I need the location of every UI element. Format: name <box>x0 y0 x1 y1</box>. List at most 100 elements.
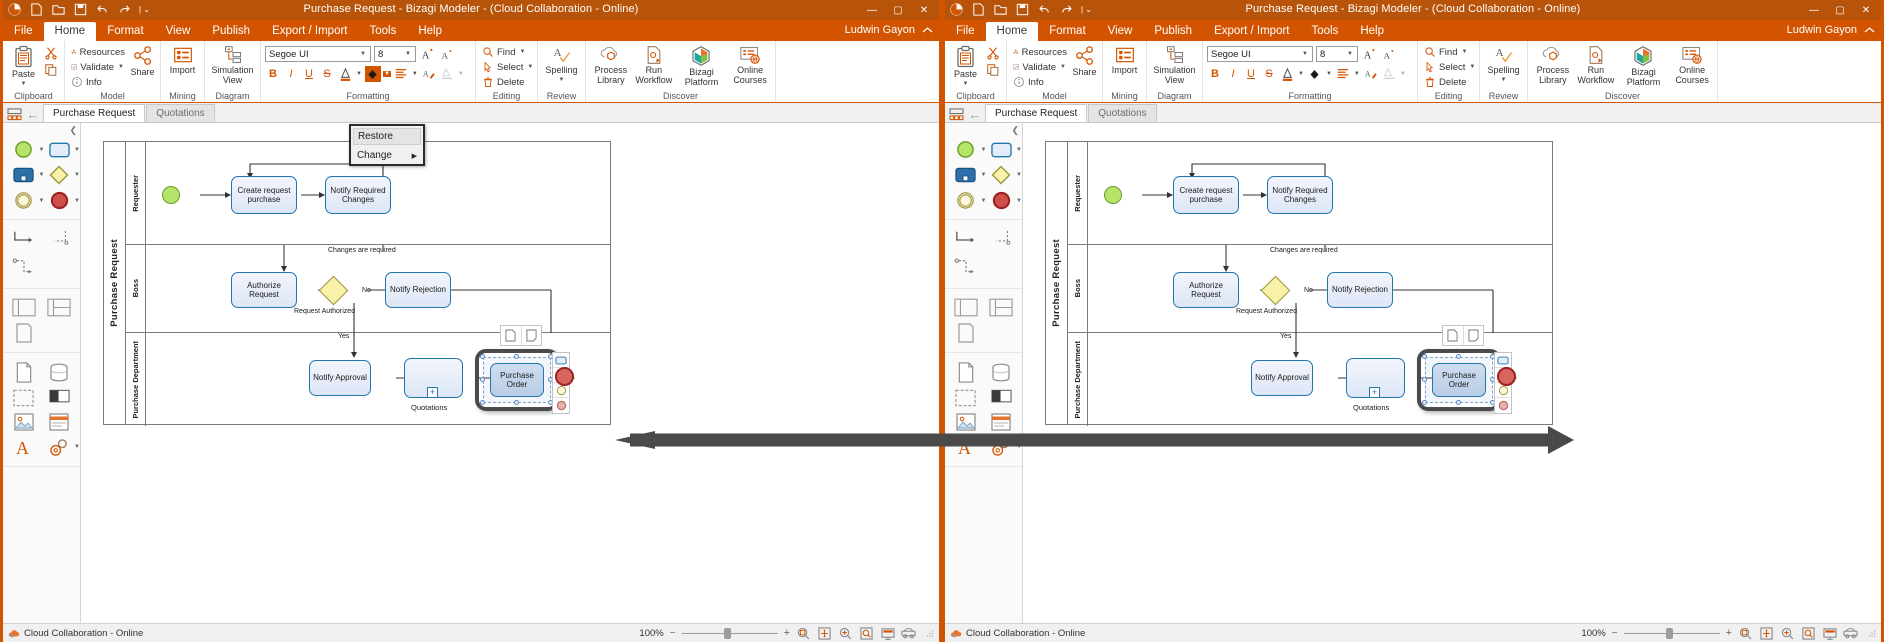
run-workflow-button[interactable]: Run Workflow <box>634 43 674 85</box>
task-notify-approval[interactable]: Notify Approval <box>1251 360 1313 396</box>
milestone-shape[interactable] <box>953 323 979 343</box>
menu-format[interactable]: Format <box>96 22 154 41</box>
chevron-down-icon[interactable]: ▼ <box>981 172 987 178</box>
italic-button[interactable]: I <box>1225 66 1241 82</box>
copy-button[interactable] <box>984 62 1002 78</box>
cut-button[interactable] <box>984 45 1002 61</box>
fill-color-button[interactable] <box>1307 66 1323 82</box>
share-button[interactable]: Share <box>1071 43 1098 78</box>
chevron-down-icon[interactable]: ▼ <box>963 81 969 87</box>
menu-export-import[interactable]: Export / Import <box>261 22 358 41</box>
chevron-down-icon[interactable]: ▼ <box>1460 49 1468 55</box>
lane-requester[interactable]: Requester Create request purchase Notify… <box>1068 142 1552 245</box>
task-shape[interactable] <box>47 142 73 158</box>
association-shape[interactable] <box>11 257 37 279</box>
message-flow-shape[interactable] <box>47 229 73 251</box>
run-workflow-button[interactable]: Run Workflow <box>1576 43 1616 85</box>
menu-publish[interactable]: Publish <box>201 22 261 41</box>
gateway-shape[interactable] <box>47 165 73 185</box>
data-store-shape[interactable] <box>989 363 1015 383</box>
menu-home[interactable]: Home <box>43 22 97 41</box>
zoom-in-button[interactable]: + <box>1726 627 1732 639</box>
fit-page-icon[interactable] <box>1759 626 1774 640</box>
shrink-font-button[interactable]: A <box>1380 46 1396 62</box>
diagram-list-icon[interactable] <box>5 106 23 122</box>
sequence-flow-shape[interactable] <box>11 229 37 251</box>
resize-grip-icon[interactable] <box>1868 629 1876 637</box>
hover-tool-strip[interactable] <box>1442 325 1484 346</box>
artifacts-shape[interactable] <box>989 438 1015 457</box>
back-arrow-icon[interactable]: ← <box>23 107 43 122</box>
process-library-button[interactable]: Process Library <box>1532 43 1574 85</box>
task-create-request-purchase[interactable]: Create request purchase <box>1173 176 1239 214</box>
chevron-down-icon[interactable]: ▼ <box>981 147 987 153</box>
slider-thumb[interactable] <box>1665 627 1673 639</box>
pool-purchase-request[interactable]: Purchase Request Requester Create reques… <box>1045 141 1553 426</box>
subprocess-shape[interactable] <box>11 167 37 183</box>
cloud-status[interactable]: Cloud Collaboration - Online <box>950 628 1085 639</box>
minimize-button[interactable]: — <box>1801 1 1827 19</box>
cut-button[interactable] <box>42 45 60 61</box>
user-account[interactable]: Ludwin Gayon <box>845 24 933 36</box>
fill-dropdown-caret[interactable]: ▼ <box>382 71 391 77</box>
group-shape[interactable] <box>11 389 37 407</box>
copy-tool-icon[interactable] <box>501 326 522 345</box>
close-button[interactable]: ✕ <box>911 1 937 19</box>
pan-icon[interactable] <box>901 626 916 640</box>
resize-handle[interactable] <box>1422 400 1427 405</box>
font-size-input[interactable]: 8 ▼ <box>1316 46 1358 62</box>
menu-file[interactable]: File <box>3 22 44 41</box>
grow-font-button[interactable]: A <box>1361 46 1377 62</box>
chevron-down-icon[interactable]: ▼ <box>1016 147 1022 153</box>
chevron-down-icon[interactable]: ▼ <box>39 198 45 204</box>
resize-handle[interactable] <box>1456 400 1461 405</box>
actual-size-icon[interactable] <box>1801 626 1816 640</box>
chevron-left-icon[interactable]: ❮ <box>69 125 77 136</box>
zoom-out-button[interactable]: − <box>670 628 676 639</box>
zoom-slider[interactable] <box>1623 627 1720 639</box>
spelling-button[interactable]: A Spelling ▼ <box>542 43 581 83</box>
chevron-down-icon[interactable]: ▼ <box>1297 71 1305 77</box>
menu-help[interactable]: Help <box>1349 22 1395 41</box>
tab-purchase-request[interactable]: Purchase Request <box>43 104 146 122</box>
validate-button[interactable]: Validate ▼ <box>1011 60 1069 74</box>
bizagi-platform-button[interactable]: Bizagi Platform <box>676 43 727 87</box>
resize-handle[interactable] <box>480 377 485 382</box>
hover-tool-strip[interactable] <box>500 325 542 346</box>
lane-shape[interactable] <box>989 298 1015 317</box>
chevron-down-icon[interactable]: ▼ <box>359 51 367 57</box>
menu-export-import[interactable]: Export / Import <box>1203 22 1300 41</box>
zoom-selection-icon[interactable] <box>796 626 811 640</box>
dropdown-item-change[interactable]: Change ▶ <box>351 147 423 164</box>
pool-shape[interactable] <box>11 298 37 317</box>
start-event-shape[interactable] <box>11 140 37 159</box>
paste-button[interactable]: Paste ▼ <box>7 43 40 87</box>
end-event-shape[interactable] <box>47 191 73 210</box>
menu-home[interactable]: Home <box>985 22 1039 41</box>
window-controls[interactable]: — ▢ ✕ <box>1801 1 1879 19</box>
chevron-down-icon[interactable]: ▼ <box>559 77 565 83</box>
strikethrough-button[interactable]: S <box>319 66 335 82</box>
text-shape[interactable]: A <box>953 437 979 457</box>
simulation-view-button[interactable]: Simulation View <box>209 43 256 85</box>
image-shape[interactable] <box>953 413 979 431</box>
bizagi-platform-button[interactable]: Bizagi Platform <box>1618 43 1669 87</box>
dropdown-item-restore[interactable]: Restore <box>352 128 421 145</box>
chevron-down-icon[interactable]: ▼ <box>1301 51 1309 57</box>
lane-shape[interactable] <box>47 298 73 317</box>
menu-publish[interactable]: Publish <box>1143 22 1203 41</box>
delete-button[interactable]: Delete <box>480 75 536 89</box>
chevron-down-icon[interactable]: ▼ <box>74 172 80 178</box>
align-button[interactable] <box>1335 66 1351 82</box>
text-shape[interactable]: A <box>11 437 37 457</box>
copy-button[interactable] <box>42 62 60 78</box>
chevron-down-icon[interactable]: ▼ <box>39 172 45 178</box>
data-object-shape[interactable] <box>953 362 979 383</box>
align-button[interactable] <box>393 66 409 82</box>
task-authorize-request[interactable]: Authorize Request <box>231 272 297 308</box>
sequence-flow-shape[interactable] <box>953 229 979 251</box>
resize-handle[interactable] <box>480 354 485 359</box>
tab-quotations[interactable]: Quotations <box>146 104 215 122</box>
zoom-in-icon[interactable] <box>1780 626 1795 640</box>
pool-purchase-request[interactable]: Purchase Request Requester Create reques… <box>103 141 611 426</box>
